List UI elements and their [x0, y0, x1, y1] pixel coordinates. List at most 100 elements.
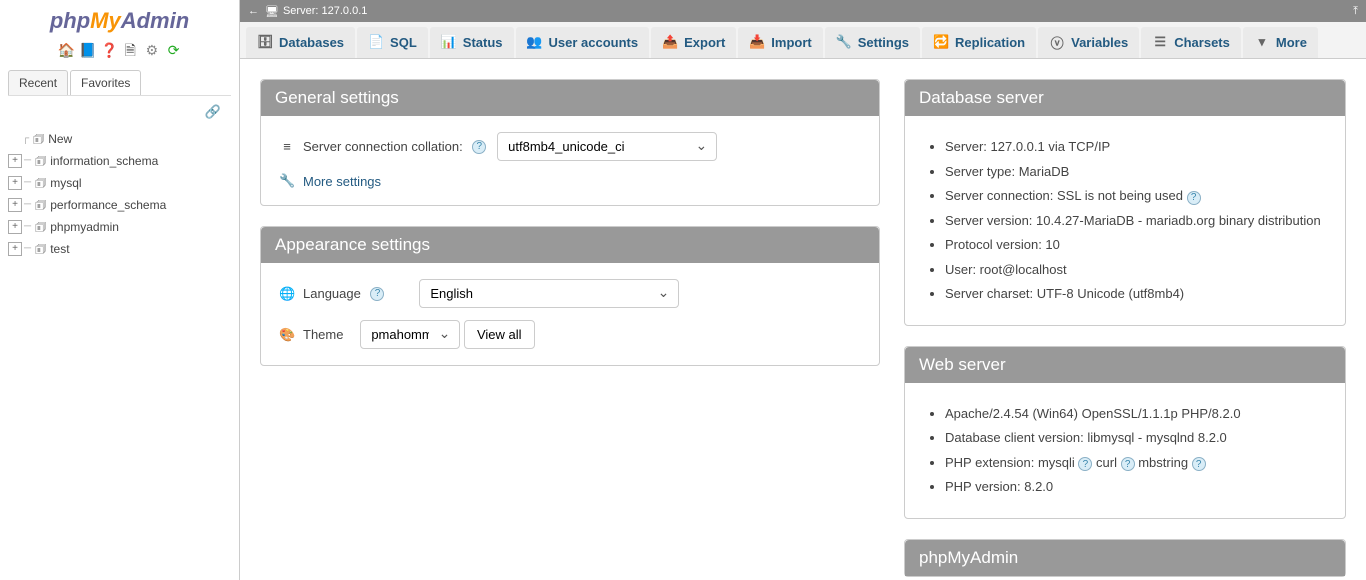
help-icon[interactable]: ? — [1121, 457, 1135, 471]
home-icon[interactable]: 🏠 — [57, 42, 73, 58]
wrench-icon: 🔧 — [279, 173, 295, 189]
help-icon[interactable]: ? — [1187, 191, 1201, 205]
tab-recent[interactable]: Recent — [8, 70, 68, 95]
collation-select[interactable]: utf8mb4_unicode_ci — [497, 132, 717, 161]
top-nav: 🗄Databases 📄SQL 📊Status 👥User accounts 📤… — [240, 22, 1366, 59]
variables-icon: ⓥ — [1049, 34, 1065, 50]
info-item: Server type: MariaDB — [945, 162, 1327, 182]
tree-db-item[interactable]: +─ 🗊 test — [8, 238, 231, 260]
nav-settings[interactable]: 🔧Settings — [825, 27, 920, 58]
logo[interactable]: phpMyAdmin — [0, 0, 239, 36]
more-settings-link[interactable]: More settings — [303, 174, 381, 189]
reload-icon[interactable]: ⟳ — [166, 42, 182, 58]
language-label: Language — [303, 286, 361, 301]
language-icon: 🌐 — [279, 286, 295, 302]
tree-new[interactable]: ┌🗊 New — [22, 128, 231, 150]
panel-title: General settings — [261, 80, 879, 116]
sidebar-tabs: Recent Favorites — [8, 70, 231, 96]
db-icon: 🗊 — [35, 150, 46, 172]
expand-icon[interactable]: + — [8, 198, 22, 212]
sql-icon[interactable]: 🗎 — [122, 40, 138, 56]
charsets-icon: ☰ — [1152, 34, 1168, 50]
export-icon: 📤 — [662, 34, 678, 50]
tab-favorites[interactable]: Favorites — [70, 70, 141, 95]
info-item: Database client version: libmysql - mysq… — [945, 428, 1327, 448]
panel-title: phpMyAdmin — [905, 540, 1345, 576]
db-server-info: Server: 127.0.0.1 via TCP/IP Server type… — [923, 137, 1327, 304]
logout-icon[interactable]: 📘 — [79, 42, 95, 58]
more-icon: ▾ — [1254, 34, 1270, 50]
sql-icon: 📄 — [368, 34, 384, 50]
status-icon: 📊 — [441, 34, 457, 50]
tree-db-item[interactable]: +─ 🗊 performance_schema — [8, 194, 231, 216]
info-item: Server: 127.0.0.1 via TCP/IP — [945, 137, 1327, 157]
nav-users[interactable]: 👥User accounts — [516, 27, 650, 58]
info-item: User: root@localhost — [945, 260, 1327, 280]
nav-variables[interactable]: ⓥVariables — [1038, 27, 1139, 58]
language-select[interactable]: English — [419, 279, 679, 308]
server-icon: 🖥 — [265, 5, 279, 18]
info-item: Server charset: UTF-8 Unicode (utf8mb4) — [945, 284, 1327, 304]
collapse-icon[interactable]: ⤒ — [1353, 5, 1358, 18]
nav-databases[interactable]: 🗄Databases — [246, 27, 355, 58]
panel-appearance-settings: Appearance settings 🌐 Language ? English… — [260, 226, 880, 366]
content: General settings ≡ Server connection col… — [240, 59, 1366, 580]
breadcrumb-server-value[interactable]: 127.0.0.1 — [322, 5, 368, 17]
db-icon: 🗊 — [35, 172, 46, 194]
main: ← 🖥 Server: 127.0.0.1 ⤒ 🗄Databases 📄SQL … — [240, 0, 1366, 580]
nav-sql[interactable]: 📄SQL — [357, 27, 428, 58]
collation-label: Server connection collation: — [303, 139, 463, 154]
nav-charsets[interactable]: ☰Charsets — [1141, 27, 1241, 58]
link-icon[interactable]: 🔗 — [205, 104, 221, 119]
tree-db-item[interactable]: +─ 🗊 phpmyadmin — [8, 216, 231, 238]
info-item: PHP extension: mysqli ? curl ? mbstring … — [945, 453, 1327, 473]
gear-icon: 🔧 — [836, 34, 852, 50]
db-icon: 🗊 — [35, 194, 46, 216]
new-db-icon: 🗊 — [33, 128, 44, 150]
expand-icon[interactable]: + — [8, 154, 22, 168]
nav-more[interactable]: ▾More — [1243, 27, 1318, 58]
nav-back-icon[interactable]: ← — [248, 5, 259, 17]
info-item: Server version: 10.4.27-MariaDB - mariad… — [945, 211, 1327, 231]
web-server-info: Apache/2.4.54 (Win64) OpenSSL/1.1.1p PHP… — [923, 404, 1327, 497]
info-item: PHP version: 8.2.0 — [945, 477, 1327, 497]
nav-status[interactable]: 📊Status — [430, 27, 514, 58]
docs-icon[interactable]: ❓ — [101, 42, 117, 58]
expand-icon[interactable]: + — [8, 176, 22, 190]
help-icon[interactable]: ? — [1192, 457, 1206, 471]
db-icon: 🗊 — [35, 238, 46, 260]
view-all-button[interactable]: View all — [464, 320, 535, 349]
users-icon: 👥 — [527, 34, 543, 50]
expand-icon[interactable]: + — [8, 220, 22, 234]
settings-icon[interactable]: ⚙ — [144, 42, 160, 58]
info-item: Apache/2.4.54 (Win64) OpenSSL/1.1.1p PHP… — [945, 404, 1327, 424]
theme-select[interactable]: pmahomme — [360, 320, 460, 349]
panel-title: Appearance settings — [261, 227, 879, 263]
collation-icon: ≡ — [279, 139, 295, 154]
breadcrumb-server-label: Server: — [283, 5, 318, 17]
panel-database-server: Database server Server: 127.0.0.1 via TC… — [904, 79, 1346, 326]
expand-icon[interactable]: + — [8, 242, 22, 256]
tree-new-label: New — [48, 128, 72, 150]
nav-export[interactable]: 📤Export — [651, 27, 736, 58]
sidebar: phpMyAdmin 🏠 📘 ❓ 🗎 ⚙ ⟳ Recent Favorites … — [0, 0, 240, 580]
replication-icon: 🔁 — [933, 34, 949, 50]
theme-label: Theme — [303, 327, 343, 342]
panel-web-server: Web server Apache/2.4.54 (Win64) OpenSSL… — [904, 346, 1346, 519]
info-item: Protocol version: 10 — [945, 235, 1327, 255]
tree-db-item[interactable]: +─ 🗊 information_schema — [8, 150, 231, 172]
help-icon[interactable]: ? — [472, 140, 486, 154]
info-item: Server connection: SSL is not being used… — [945, 186, 1327, 206]
help-icon[interactable]: ? — [1078, 457, 1092, 471]
tree-db-item[interactable]: +─ 🗊 mysql — [8, 172, 231, 194]
nav-import[interactable]: 📥Import — [738, 27, 822, 58]
db-tree: ┌🗊 New +─ 🗊 information_schema +─ 🗊 mysq… — [0, 124, 239, 264]
mini-toolbar: 🏠 📘 ❓ 🗎 ⚙ ⟳ — [0, 36, 239, 66]
nav-replication[interactable]: 🔁Replication — [922, 27, 1036, 58]
panel-title: Database server — [905, 80, 1345, 116]
theme-icon: 🎨 — [279, 327, 295, 343]
help-icon[interactable]: ? — [370, 287, 384, 301]
databases-icon: 🗄 — [257, 34, 273, 50]
import-icon: 📥 — [749, 34, 765, 50]
panel-phpmyadmin: phpMyAdmin — [904, 539, 1346, 577]
